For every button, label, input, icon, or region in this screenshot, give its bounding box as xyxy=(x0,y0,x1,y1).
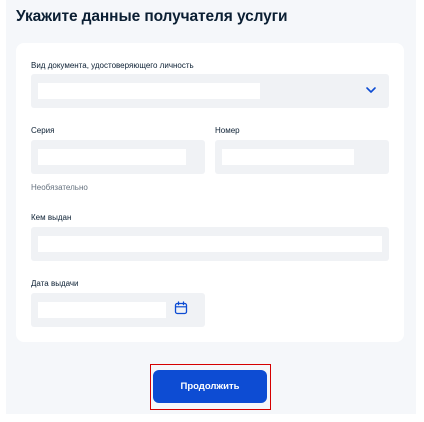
calendar-icon[interactable] xyxy=(174,301,188,315)
issue-date-label: Дата выдачи xyxy=(31,279,79,288)
number-input[interactable] xyxy=(215,140,389,174)
number-value xyxy=(222,149,354,165)
series-input[interactable] xyxy=(31,140,205,174)
issued-by-label: Кем выдан xyxy=(31,213,72,222)
chevron-down-icon[interactable] xyxy=(363,82,379,98)
series-label: Серия xyxy=(31,126,55,135)
issue-date-value xyxy=(38,302,166,318)
issue-date-input[interactable] xyxy=(31,293,205,327)
recipient-form-card: Вид документа, удостоверяющего личность … xyxy=(16,43,404,342)
series-optional-hint: Необязательно xyxy=(31,183,88,192)
page-title: Укажите данные получателя услуги xyxy=(16,8,288,25)
issued-by-value xyxy=(38,236,382,252)
document-type-value xyxy=(38,83,260,99)
continue-button[interactable]: Продолжить xyxy=(153,370,267,403)
document-type-select[interactable] xyxy=(31,74,389,108)
series-value xyxy=(38,149,186,165)
number-label: Номер xyxy=(215,126,240,135)
issued-by-input[interactable] xyxy=(31,227,389,261)
document-type-label: Вид документа, удостоверяющего личность xyxy=(31,61,194,70)
